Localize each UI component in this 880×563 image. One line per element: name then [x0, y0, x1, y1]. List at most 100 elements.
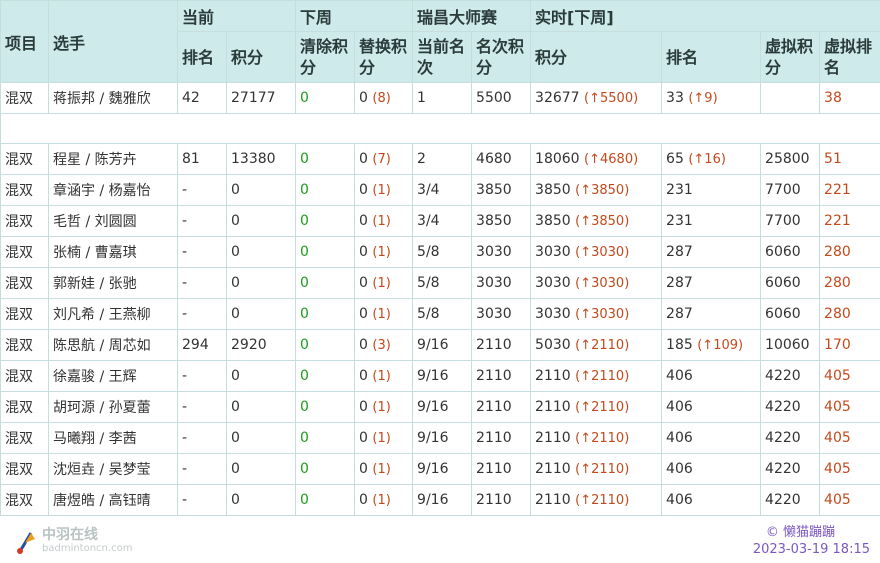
col-virtual-rank: 虚拟排名: [820, 32, 880, 83]
players-cell: 刘凡希 / 王燕柳: [53, 307, 151, 323]
rank-cell: -: [182, 461, 187, 477]
players-cell: 唐煜皓 / 高钰晴: [53, 493, 151, 509]
virtual-points-cell: 4220: [765, 368, 801, 384]
rt-points-delta: (↑3030): [575, 245, 629, 260]
rt-points-delta: (↑4680): [584, 152, 638, 167]
col-rank: 排名: [178, 32, 227, 83]
points-cell: 0: [231, 461, 240, 477]
event-cell: 混双: [5, 152, 33, 168]
players-cell: 陈思航 / 周芯如: [53, 338, 151, 354]
replace-delta: (7): [372, 152, 390, 167]
replace-delta: (1): [372, 183, 390, 198]
col-replace-points: 替换积分: [355, 32, 413, 83]
group-tournament: 瑞昌大师赛: [413, 1, 531, 32]
points-cell: 0: [231, 275, 240, 291]
col-virtual-points: 虚拟积分: [761, 32, 820, 83]
replace-delta: (1): [372, 462, 390, 477]
clear-points-cell: 0: [300, 151, 309, 167]
site-logo[interactable]: 中羽在线 badmintoncn.com: [16, 528, 132, 556]
virtual-rank-cell: 405: [824, 399, 851, 415]
points-cell: 0: [231, 306, 240, 322]
rank-cell: -: [182, 244, 187, 260]
replace-points-cell: 0: [359, 244, 368, 260]
rank-cell: -: [182, 182, 187, 198]
rank-cell: -: [182, 492, 187, 508]
clear-points-cell: 0: [300, 275, 309, 291]
rt-points-cell: 18060: [535, 151, 580, 167]
rank-cell: 42: [182, 90, 200, 106]
col-rt-points: 积分: [531, 32, 662, 83]
place-points-cell: 2110: [476, 461, 512, 477]
clear-points-cell: 0: [300, 90, 309, 106]
rank-cell: 294: [182, 337, 209, 353]
rt-rank-cell: 33: [666, 90, 684, 106]
virtual-points-cell: 4220: [765, 399, 801, 415]
event-cell: 混双: [5, 369, 33, 385]
virtual-rank-cell: 170: [824, 337, 851, 353]
col-rt-rank: 排名: [662, 32, 761, 83]
players-cell: 蒋振邦 / 魏雅欣: [53, 91, 151, 107]
clear-points-cell: 0: [300, 430, 309, 446]
replace-delta: (1): [372, 400, 390, 415]
players-cell: 徐嘉骏 / 王辉: [53, 369, 137, 385]
rank-cell: -: [182, 306, 187, 322]
clear-points-cell: 0: [300, 461, 309, 477]
table-row: 混双章涵宇 / 杨嘉怡-000 (1)3/438503850 (↑3850)23…: [1, 175, 880, 206]
group-current: 当前: [178, 1, 296, 32]
virtual-rank-cell: 405: [824, 492, 851, 508]
clear-points-cell: 0: [300, 337, 309, 353]
replace-points-cell: 0: [359, 368, 368, 384]
rt-points-delta: (↑3030): [575, 307, 629, 322]
replace-points-cell: 0: [359, 306, 368, 322]
replace-points-cell: 0: [359, 430, 368, 446]
rt-points-cell: 3030: [535, 275, 571, 291]
clear-points-cell: 0: [300, 306, 309, 322]
virtual-points-cell: 7700: [765, 182, 801, 198]
replace-points-cell: 0: [359, 399, 368, 415]
clear-points-cell: 0: [300, 399, 309, 415]
ranking-table: 项目 选手 当前 下周 瑞昌大师赛 实时[下周] 排名 积分 清除积分 替换积分…: [0, 0, 880, 516]
place-cell: 5/8: [417, 244, 440, 260]
players-cell: 沈烜垚 / 吴梦莹: [53, 462, 151, 478]
place-points-cell: 2110: [476, 430, 512, 446]
place-points-cell: 3030: [476, 306, 512, 322]
rt-points-cell: 3030: [535, 244, 571, 260]
virtual-points-cell: 4220: [765, 430, 801, 446]
table-body: 混双蒋振邦 / 魏雅欣422717700 (8)1550032677 (↑550…: [1, 83, 880, 516]
virtual-rank-cell: 280: [824, 275, 851, 291]
clear-points-cell: 0: [300, 368, 309, 384]
replace-delta: (1): [372, 493, 390, 508]
col-player: 选手: [49, 1, 178, 83]
rt-points-delta: (↑2110): [575, 338, 629, 353]
points-cell: 0: [231, 213, 240, 229]
replace-points-cell: 0: [359, 182, 368, 198]
virtual-rank-cell: 280: [824, 244, 851, 260]
virtual-points-cell: 6060: [765, 244, 801, 260]
place-points-cell: 5500: [476, 90, 512, 106]
points-cell: 0: [231, 182, 240, 198]
virtual-points-cell: 4220: [765, 492, 801, 508]
rt-rank-delta: (↑9): [688, 91, 717, 106]
virtual-rank-cell: 405: [824, 430, 851, 446]
rt-points-cell: 2110: [535, 368, 571, 384]
clear-points-cell: 0: [300, 182, 309, 198]
rank-cell: -: [182, 213, 187, 229]
virtual-rank-cell: 405: [824, 368, 851, 384]
virtual-rank-cell: 280: [824, 306, 851, 322]
col-clear-points: 清除积分: [296, 32, 355, 83]
place-cell: 9/16: [417, 399, 448, 415]
points-cell: 27177: [231, 90, 276, 106]
place-cell: 1: [417, 90, 426, 106]
place-points-cell: 2110: [476, 337, 512, 353]
replace-points-cell: 0: [359, 213, 368, 229]
timestamp: 2023-03-19 18:15: [753, 542, 870, 557]
rt-points-cell: 3030: [535, 306, 571, 322]
clear-points-cell: 0: [300, 492, 309, 508]
rt-rank-cell: 406: [666, 461, 693, 477]
rt-points-delta: (↑5500): [584, 91, 638, 106]
rt-rank-cell: 287: [666, 275, 693, 291]
table-row: 混双郭新娃 / 张驰-000 (1)5/830303030 (↑3030)287…: [1, 268, 880, 299]
virtual-rank-cell: 405: [824, 461, 851, 477]
col-current-place: 当前名次: [413, 32, 472, 83]
place-cell: 3/4: [417, 182, 440, 198]
